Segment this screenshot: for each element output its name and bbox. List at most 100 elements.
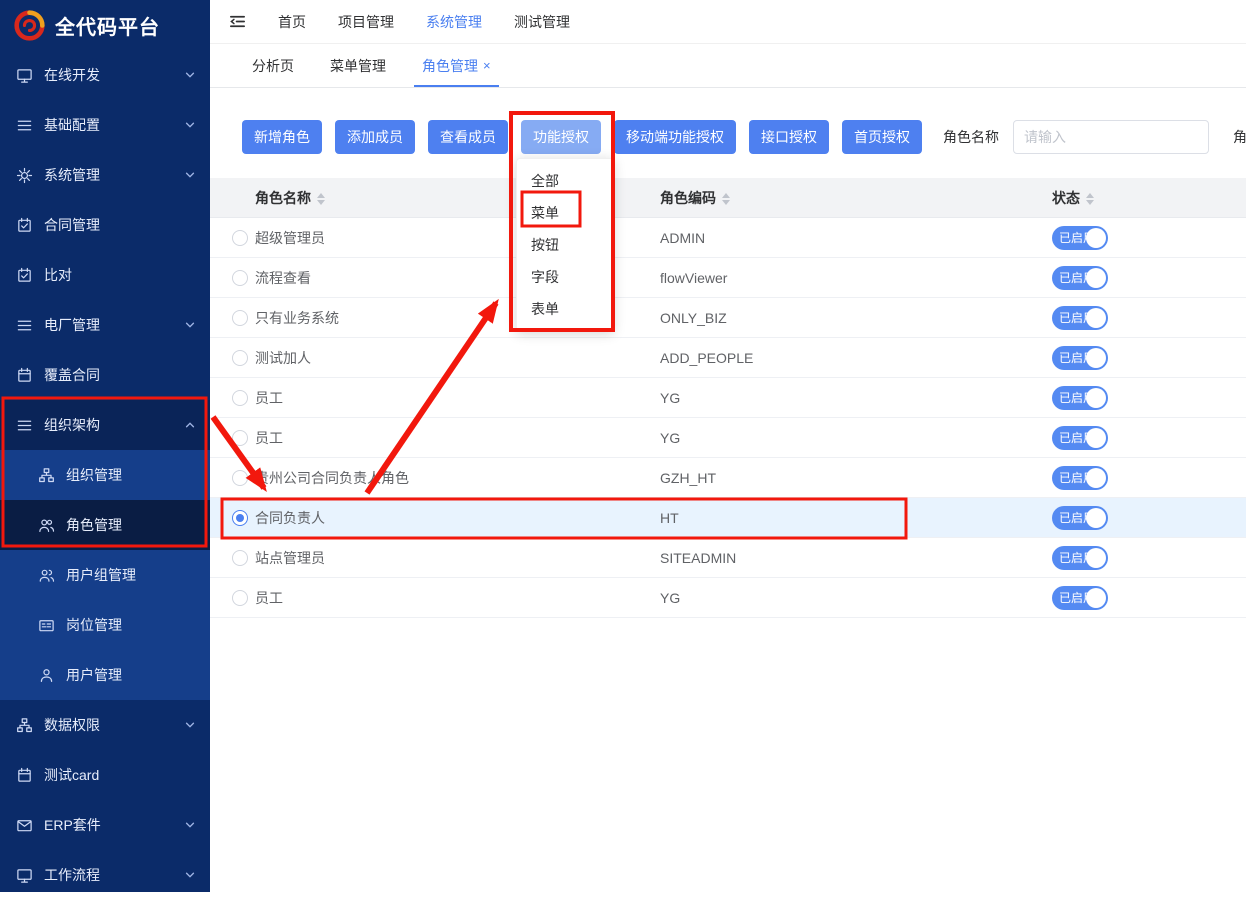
sidebar-subitem-岗位管理[interactable]: 岗位管理 — [0, 600, 210, 650]
sidebar-item-覆盖合同[interactable]: 覆盖合同 — [0, 350, 210, 400]
row-radio[interactable] — [232, 310, 248, 326]
topnav-item-首页[interactable]: 首页 — [262, 12, 322, 32]
tab-label: 菜单管理 — [330, 56, 386, 76]
sidebar-subitem-用户组管理[interactable]: 用户组管理 — [0, 550, 210, 600]
status-cell: 已启用 — [1052, 346, 1246, 370]
status-toggle[interactable]: 已启用 — [1052, 226, 1108, 250]
status-cell: 已启用 — [1052, 266, 1246, 290]
status-toggle-knob — [1086, 228, 1106, 248]
button-接口授权[interactable]: 接口授权 — [749, 120, 829, 154]
row-radio[interactable] — [232, 390, 248, 406]
tab-角色管理[interactable]: 角色管理 × — [404, 44, 509, 87]
button-添加成员[interactable]: 添加成员 — [335, 120, 415, 154]
status-cell: 已启用 — [1052, 546, 1246, 570]
sidebar-item-在线开发[interactable]: 在线开发 — [0, 50, 210, 100]
role-name-cell: 员工 — [255, 428, 660, 448]
contract-icon — [16, 267, 33, 284]
status-toggle[interactable]: 已启用 — [1052, 386, 1108, 410]
status-toggle[interactable]: 已启用 — [1052, 306, 1108, 330]
status-toggle[interactable]: 已启用 — [1052, 546, 1108, 570]
function-auth-dropdown: 全部菜单按钮字段表单 — [516, 158, 614, 332]
topnav-items: 首页项目管理系统管理测试管理 — [262, 12, 586, 32]
dropdown-item-表单[interactable]: 表单 — [517, 293, 613, 325]
status-toggle-knob — [1086, 308, 1106, 328]
sidebar-item-label: 数据权限 — [44, 715, 184, 735]
role-name-cell: 站点管理员 — [255, 548, 660, 568]
dropdown-item-菜单[interactable]: 菜单 — [517, 197, 613, 229]
table-row-ADMIN[interactable]: 超级管理员ADMIN已启用 — [210, 218, 1246, 258]
status-cell: 已启用 — [1052, 306, 1246, 330]
row-radio[interactable] — [232, 270, 248, 286]
status-toggle[interactable]: 已启用 — [1052, 506, 1108, 530]
status-toggle[interactable]: 已启用 — [1052, 426, 1108, 450]
status-toggle[interactable]: 已启用 — [1052, 586, 1108, 610]
dropdown-item-按钮[interactable]: 按钮 — [517, 229, 613, 261]
status-toggle[interactable]: 已启用 — [1052, 466, 1108, 490]
sort-carets-icon[interactable] — [1086, 193, 1094, 205]
table-row-YG[interactable]: 员工YG已启用 — [210, 578, 1246, 618]
row-radio[interactable] — [232, 470, 248, 486]
tab-label: 角色管理 — [422, 56, 478, 76]
dropdown-item-字段[interactable]: 字段 — [517, 261, 613, 293]
status-toggle-knob — [1086, 588, 1106, 608]
sidebar-item-测试card[interactable]: 测试card — [0, 750, 210, 800]
button-查看成员[interactable]: 查看成员 — [428, 120, 508, 154]
button-功能授权[interactable]: 功能授权 — [521, 120, 601, 154]
status-cell: 已启用 — [1052, 506, 1246, 530]
table-row-SITEADMIN[interactable]: 站点管理员SITEADMIN已启用 — [210, 538, 1246, 578]
topnav-item-系统管理[interactable]: 系统管理 — [410, 12, 498, 32]
sidebar-item-数据权限[interactable]: 数据权限 — [0, 700, 210, 750]
tab-菜单管理[interactable]: 菜单管理 — [312, 44, 404, 87]
role-code-cell: YG — [660, 430, 1052, 446]
button-移动端功能授权[interactable]: 移动端功能授权 — [614, 120, 736, 154]
button-新增角色[interactable]: 新增角色 — [242, 120, 322, 154]
chevron-down-icon — [184, 119, 196, 131]
sidebar-item-ERP套件[interactable]: ERP套件 — [0, 800, 210, 850]
status-toggle[interactable]: 已启用 — [1052, 346, 1108, 370]
topnav-item-测试管理[interactable]: 测试管理 — [498, 12, 586, 32]
sidebar-item-组织架构[interactable]: 组织架构 — [0, 400, 210, 450]
table-row-ONLY_BIZ[interactable]: 只有业务系统ONLY_BIZ已启用 — [210, 298, 1246, 338]
row-radio[interactable] — [232, 430, 248, 446]
sidebar-item-比对[interactable]: 比对 — [0, 250, 210, 300]
sidebar-item-电厂管理[interactable]: 电厂管理 — [0, 300, 210, 350]
sidebar-item-基础配置[interactable]: 基础配置 — [0, 100, 210, 150]
row-radio[interactable] — [232, 590, 248, 606]
sidebar-subitem-角色管理[interactable]: 角色管理 — [0, 500, 210, 550]
sidebar-item-合同管理[interactable]: 合同管理 — [0, 200, 210, 250]
app-title: 全代码平台 — [55, 11, 160, 40]
status-toggle[interactable]: 已启用 — [1052, 266, 1108, 290]
row-radio[interactable] — [232, 550, 248, 566]
table-row-HT[interactable]: 合同负责人HT已启用 — [210, 498, 1246, 538]
topnav-item-项目管理[interactable]: 项目管理 — [322, 12, 410, 32]
tab-close-icon[interactable]: × — [483, 58, 491, 73]
tab-分析页[interactable]: 分析页 — [234, 44, 312, 87]
sidebar-subitem-组织管理[interactable]: 组织管理 — [0, 450, 210, 500]
user-icon — [38, 667, 55, 684]
mail-icon — [16, 817, 33, 834]
sidebar-item-系统管理[interactable]: 系统管理 — [0, 150, 210, 200]
sort-carets-icon[interactable] — [317, 193, 325, 205]
dropdown-item-全部[interactable]: 全部 — [517, 165, 613, 197]
chevron-down-icon — [184, 819, 196, 831]
table-row-YG[interactable]: 员工YG已启用 — [210, 378, 1246, 418]
role-name-filter-input[interactable] — [1013, 120, 1209, 154]
row-radio[interactable] — [232, 230, 248, 246]
sort-carets-icon[interactable] — [722, 193, 730, 205]
menu-fold-icon[interactable] — [226, 11, 248, 33]
toolbar: 新增角色添加成员查看成员功能授权移动端功能授权接口授权首页授权 角色名称 角 — [242, 120, 1246, 154]
table-row-YG[interactable]: 员工YG已启用 — [210, 418, 1246, 458]
row-radio[interactable] — [232, 510, 248, 526]
monitor-icon — [16, 867, 33, 884]
status-cell: 已启用 — [1052, 586, 1246, 610]
table-row-GZH_HT[interactable]: 贵州公司合同负责人角色GZH_HT已启用 — [210, 458, 1246, 498]
table-row-flowViewer[interactable]: 流程查看flowViewer已启用 — [210, 258, 1246, 298]
role-name-cell: 员工 — [255, 588, 660, 608]
gear-icon — [16, 167, 33, 184]
sidebar-item-工作流程[interactable]: 工作流程 — [0, 850, 210, 900]
table-row-ADD_PEOPLE[interactable]: 测试加人ADD_PEOPLE已启用 — [210, 338, 1246, 378]
sidebar-item-label: ERP套件 — [44, 815, 184, 835]
sidebar-subitem-用户管理[interactable]: 用户管理 — [0, 650, 210, 700]
row-radio[interactable] — [232, 350, 248, 366]
button-首页授权[interactable]: 首页授权 — [842, 120, 922, 154]
